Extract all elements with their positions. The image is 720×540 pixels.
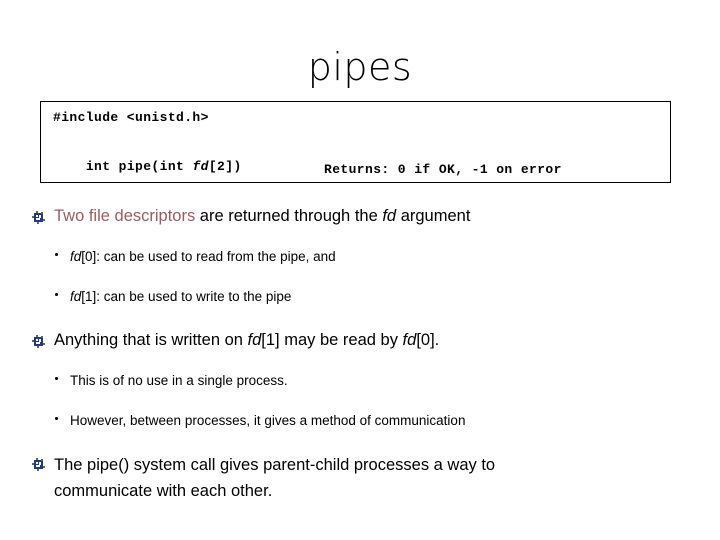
code-prototype-box: #include <unistd.h> int pipe(int fd[2]) … [40,101,671,183]
bullet-2-end: [0]: can be used to read from the pipe, … [81,249,336,264]
bullet-4-mid: [1] may be read by [261,331,403,349]
bullet-item-4: Anything that is written on fd[1] may be… [0,329,720,352]
round-dot-bullet-icon [55,253,58,256]
bullet-3-end: [1]: can be used to write to the pipe [81,289,292,304]
bullet-item-6: However, between processes, it gives a m… [0,411,720,430]
code-returns-line: Returns: 0 if OK, -1 on error [324,162,562,177]
slide-body: Two file descriptors are returned throug… [0,205,720,504]
blue-cluster-bullet-icon [32,332,45,348]
code-prototype-line: int pipe(int fd[2]) [53,144,242,189]
bullet-item-3: fd[1]: can be used to write to the pipe [0,287,720,306]
bullet-1-accent: Two file descriptors [54,207,196,225]
bullet-1-italic: fd [382,207,397,225]
bullet-4-italic-2: fd [402,331,417,349]
bullet-item-5: This is of no use in a single process. [0,371,720,390]
bullet-2-text: fd[0]: can be used to read from the pipe… [70,249,336,264]
prototype-prefix: int pipe(int [85,159,193,174]
blue-cluster-bullet-icon [32,455,45,471]
page-title: pipes [307,45,413,89]
bullet-1-end: argument [396,207,471,225]
code-include-line: #include <unistd.h> [53,110,209,125]
bullet-1-text: Two file descriptors are returned throug… [54,205,720,228]
bullet-6-text: However, between processes, it gives a m… [70,413,466,428]
round-dot-bullet-icon [55,293,58,296]
bullet-2-italic: fd [70,249,82,264]
bullet-1-mid: are returned through the [195,207,383,225]
blue-cluster-bullet-icon [32,208,45,224]
bullet-3-italic: fd [70,289,82,304]
bullet-4-start: Anything that is written on [54,331,248,349]
bullet-item-2: fd[0]: can be used to read from the pipe… [0,247,720,266]
prototype-param: fd [192,159,209,174]
bullet-4-italic-1: fd [247,331,262,349]
bullet-4-end: [0]. [416,331,440,349]
prototype-suffix: [2]) [208,159,242,174]
round-dot-bullet-icon [55,417,58,420]
round-dot-bullet-icon [55,377,58,380]
bullet-item-7: The pipe() system call gives parent-chil… [0,452,720,504]
bullet-item-1: Two file descriptors are returned throug… [0,205,720,228]
bullet-4-text: Anything that is written on fd[1] may be… [54,329,720,352]
bullet-7-text: The pipe() system call gives parent-chil… [54,456,496,500]
bullet-3-text: fd[1]: can be used to write to the pipe [70,289,291,304]
bullet-5-text: This is of no use in a single process. [70,373,288,388]
